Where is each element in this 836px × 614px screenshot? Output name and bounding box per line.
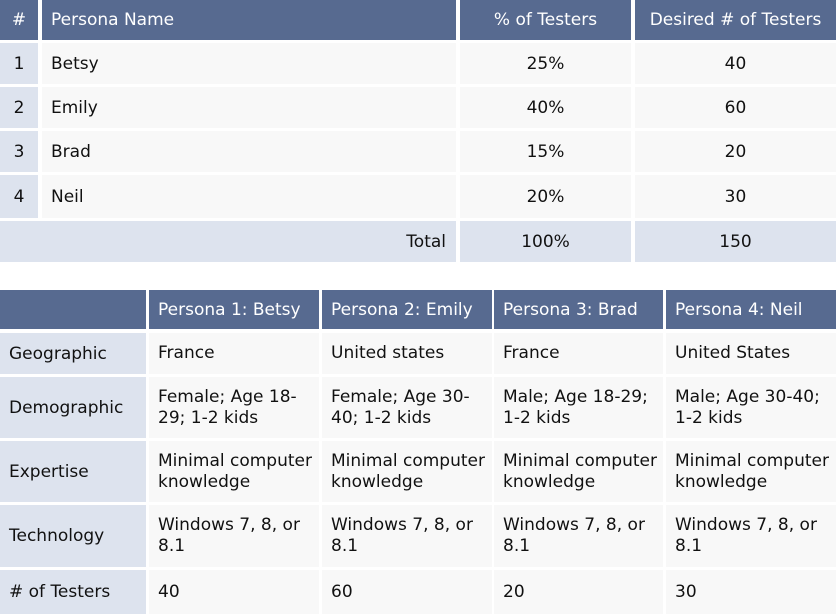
desired-cell: 60 — [635, 87, 836, 128]
desired-cell: 20 — [635, 131, 836, 172]
header-pct-testers-label: % of Testers — [493, 10, 598, 30]
demographic-cell: Male; Age 30-40; 1-2 kids — [666, 377, 836, 438]
header-number: # — [0, 0, 38, 40]
header-pct-testers: % of Testers — [460, 0, 631, 40]
desired-cell: 40 — [635, 43, 836, 84]
header-persona-3: Persona 3: Brad — [494, 290, 663, 329]
expertise-cell: Minimal computer knowledge — [494, 441, 663, 502]
geographic-cell: France — [149, 333, 319, 374]
row-label-technology: Technology — [0, 505, 146, 567]
header-persona-2: Persona 2: Emily — [322, 290, 492, 329]
demographic-cell: Male; Age 18-29; 1-2 kids — [494, 377, 663, 438]
technology-cell: Windows 7, 8, or 8.1 — [149, 505, 319, 567]
geographic-cell: France — [494, 333, 663, 374]
num-testers-cell: 60 — [322, 570, 492, 614]
persona-name-cell: Neil — [42, 175, 456, 218]
pct-cell: 25% — [460, 43, 631, 84]
header-persona-1: Persona 1: Betsy — [149, 290, 319, 329]
expertise-cell: Minimal computer knowledge — [149, 441, 319, 502]
row-number: 2 — [0, 87, 38, 128]
pct-cell: 15% — [460, 131, 631, 172]
technology-cell: Windows 7, 8, or 8.1 — [666, 505, 836, 567]
header-persona-name: Persona Name — [42, 0, 456, 40]
demographic-cell: Female; Age 18- 29; 1-2 kids — [149, 377, 319, 438]
pct-cell: 20% — [460, 175, 631, 218]
persona-name-cell: Betsy — [42, 43, 456, 84]
total-label: Total — [0, 221, 456, 262]
expertise-cell: Minimal computer knowledge — [322, 441, 492, 502]
desired-cell: 30 — [635, 175, 836, 218]
num-testers-cell: 40 — [149, 570, 319, 614]
total-pct: 100% — [460, 221, 631, 262]
row-label-expertise: Expertise — [0, 441, 146, 502]
total-desired: 150 — [635, 221, 836, 262]
persona-name-cell: Brad — [42, 131, 456, 172]
geographic-cell: United states — [322, 333, 492, 374]
geographic-cell: United States — [666, 333, 836, 374]
demographic-cell: Female; Age 30- 40; 1-2 kids — [322, 377, 492, 438]
num-testers-cell: 20 — [494, 570, 663, 614]
header-empty — [0, 290, 146, 329]
num-testers-cell: 30 — [666, 570, 836, 614]
row-number: 4 — [0, 175, 38, 218]
pct-cell: 40% — [460, 87, 631, 128]
header-desired-testers: Desired # of Testers — [635, 0, 836, 40]
header-persona-4: Persona 4: Neil — [666, 290, 836, 329]
row-number: 3 — [0, 131, 38, 172]
persona-name-cell: Emily — [42, 87, 456, 128]
row-label-geographic: Geographic — [0, 333, 146, 374]
technology-cell: Windows 7, 8, or 8.1 — [494, 505, 663, 567]
technology-cell: Windows 7, 8, or 8.1 — [322, 505, 492, 567]
expertise-cell: Minimal computer knowledge — [666, 441, 836, 502]
row-label-num-testers: # of Testers — [0, 570, 146, 614]
row-label-demographic: Demographic — [0, 377, 146, 438]
row-number: 1 — [0, 43, 38, 84]
